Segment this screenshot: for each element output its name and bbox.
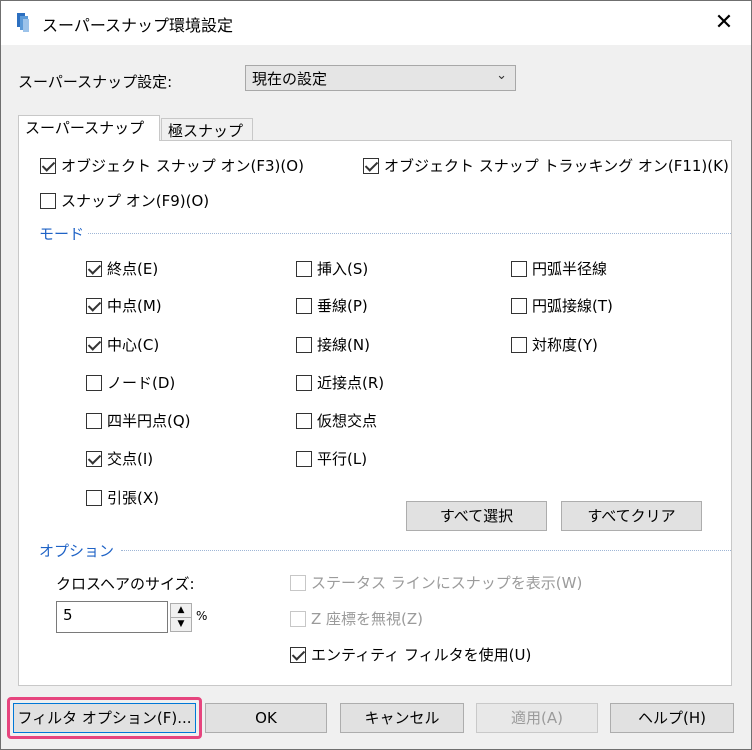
mode-symmetry-checkbox[interactable]: 対称度(Y) <box>511 334 598 355</box>
crosshair-size-input[interactable]: 5 <box>56 601 168 633</box>
mode-perpendicular-checkbox[interactable]: 垂線(P) <box>296 295 368 316</box>
mode-insert-label: 挿入(S) <box>317 260 369 278</box>
options-section-label: オプション <box>39 542 115 560</box>
entity-filter-checkbox[interactable]: エンティティ フィルタを使用(U) <box>290 644 531 665</box>
checkbox-box <box>296 260 312 277</box>
crosshair-unit: % <box>196 609 208 623</box>
mode-center-checkbox[interactable]: 中心(C) <box>86 334 159 355</box>
mode-intersection-checkbox[interactable]: 交点(I) <box>86 448 153 469</box>
apply-button[interactable]: 適用(A) <box>476 703 598 733</box>
mode-arc-radius-checkbox[interactable]: 円弧半径線 <box>511 258 607 279</box>
title-bar: スーパースナップ環境設定 ✕ <box>1 1 751 45</box>
window-title: スーパースナップ環境設定 <box>42 16 234 35</box>
crosshair-size-value: 5 <box>63 606 73 624</box>
checkbox-box <box>40 192 56 209</box>
checkbox-box <box>296 450 312 467</box>
settings-selected-value: 現在の設定 <box>252 70 328 88</box>
mode-parallel-label: 平行(L) <box>317 450 368 468</box>
checkbox-box <box>296 374 312 391</box>
tab-super-snap[interactable]: スーパースナップ <box>18 115 160 141</box>
mode-insert-checkbox[interactable]: 挿入(S) <box>296 258 368 279</box>
checkbox-box <box>40 157 56 174</box>
mode-apparent-intersection-label: 仮想交点 <box>317 412 378 430</box>
checkbox-box <box>511 260 527 277</box>
select-all-button[interactable]: すべて選択 <box>406 501 547 531</box>
ok-button[interactable]: OK <box>205 703 327 733</box>
status-line-label: ステータス ラインにスナップを表示(W) <box>311 574 583 592</box>
object-snap-label: オブジェクト スナップ オン(F3)(O) <box>61 157 304 175</box>
checkbox-box <box>86 374 102 391</box>
mode-extension-label: 引張(X) <box>107 489 159 507</box>
mode-tangent-checkbox[interactable]: 接線(N) <box>296 334 370 355</box>
checkbox-box <box>86 297 102 314</box>
clear-all-button[interactable]: すべてクリア <box>561 501 702 531</box>
mode-arc-tangent-label: 円弧接線(T) <box>532 297 613 315</box>
mode-arc-tangent-checkbox[interactable]: 円弧接線(T) <box>511 295 613 316</box>
tab-polar-snap[interactable]: 極スナップ <box>161 118 253 142</box>
mode-node-checkbox[interactable]: ノード(D) <box>86 372 175 393</box>
snap-on-checkbox[interactable]: スナップ オン(F9)(O) <box>40 190 209 211</box>
mode-center-label: 中心(C) <box>107 336 160 354</box>
settings-label: スーパースナップ設定: <box>18 73 173 91</box>
mode-section-label: モード <box>39 225 85 243</box>
checkbox-box <box>363 157 379 174</box>
checkbox-box <box>296 297 312 314</box>
object-snap-checkbox[interactable]: オブジェクト スナップ オン(F3)(O) <box>40 155 304 176</box>
mode-perpendicular-label: 垂線(P) <box>317 297 368 315</box>
checkbox-box <box>290 574 306 591</box>
cancel-button[interactable]: キャンセル <box>340 703 464 733</box>
mode-nearest-checkbox[interactable]: 近接点(R) <box>296 372 384 393</box>
status-line-checkbox[interactable]: ステータス ラインにスナップを表示(W) <box>290 572 582 593</box>
mode-symmetry-label: 対称度(Y) <box>532 336 598 354</box>
highlight-box <box>7 697 202 739</box>
crosshair-size-label: クロスヘアのサイズ: <box>56 575 195 593</box>
settings-dropdown[interactable]: 現在の設定 ⌄ <box>245 65 516 91</box>
mode-endpoint-checkbox[interactable]: 終点(E) <box>86 258 158 279</box>
mode-nearest-label: 近接点(R) <box>317 374 385 392</box>
checkbox-box <box>296 412 312 429</box>
checkbox-box <box>86 260 102 277</box>
checkbox-box <box>86 450 102 467</box>
mode-midpoint-label: 中点(M) <box>107 297 162 315</box>
mode-quadrant-label: 四半円点(Q) <box>107 412 191 430</box>
spin-up-icon[interactable]: ▲ <box>170 603 192 618</box>
checkbox-box <box>511 297 527 314</box>
options-divider <box>121 550 731 551</box>
checkbox-box <box>86 489 102 506</box>
mode-divider <box>88 233 731 234</box>
mode-tangent-label: 接線(N) <box>317 336 370 354</box>
checkbox-box <box>290 646 306 663</box>
checkbox-box <box>86 336 102 353</box>
ignore-z-label: Z 座標を無視(Z) <box>311 610 424 628</box>
mode-endpoint-label: 終点(E) <box>107 260 159 278</box>
mode-extension-checkbox[interactable]: 引張(X) <box>86 487 159 508</box>
mode-intersection-label: 交点(I) <box>107 450 154 468</box>
help-button[interactable]: ヘルプ(H) <box>610 703 734 733</box>
checkbox-box <box>86 412 102 429</box>
checkbox-box <box>296 336 312 353</box>
mode-node-label: ノード(D) <box>107 374 176 392</box>
app-icon <box>17 13 29 32</box>
object-tracking-label: オブジェクト スナップ トラッキング オン(F11)(K) <box>384 157 729 175</box>
checkbox-box <box>511 336 527 353</box>
object-tracking-checkbox[interactable]: オブジェクト スナップ トラッキング オン(F11)(K) <box>363 155 729 176</box>
mode-quadrant-checkbox[interactable]: 四半円点(Q) <box>86 410 191 431</box>
spin-down-icon[interactable]: ▼ <box>170 617 192 632</box>
mode-arc-radius-label: 円弧半径線 <box>532 260 608 278</box>
mode-midpoint-checkbox[interactable]: 中点(M) <box>86 295 162 316</box>
entity-filter-label: エンティティ フィルタを使用(U) <box>311 646 532 664</box>
mode-apparent-intersection-checkbox[interactable]: 仮想交点 <box>296 410 377 431</box>
mode-parallel-checkbox[interactable]: 平行(L) <box>296 448 367 469</box>
chevron-down-icon: ⌄ <box>496 68 507 83</box>
ignore-z-checkbox[interactable]: Z 座標を無視(Z) <box>290 608 423 629</box>
close-icon[interactable]: ✕ <box>707 7 741 39</box>
checkbox-box <box>290 610 306 627</box>
snap-on-label: スナップ オン(F9)(O) <box>61 192 210 210</box>
